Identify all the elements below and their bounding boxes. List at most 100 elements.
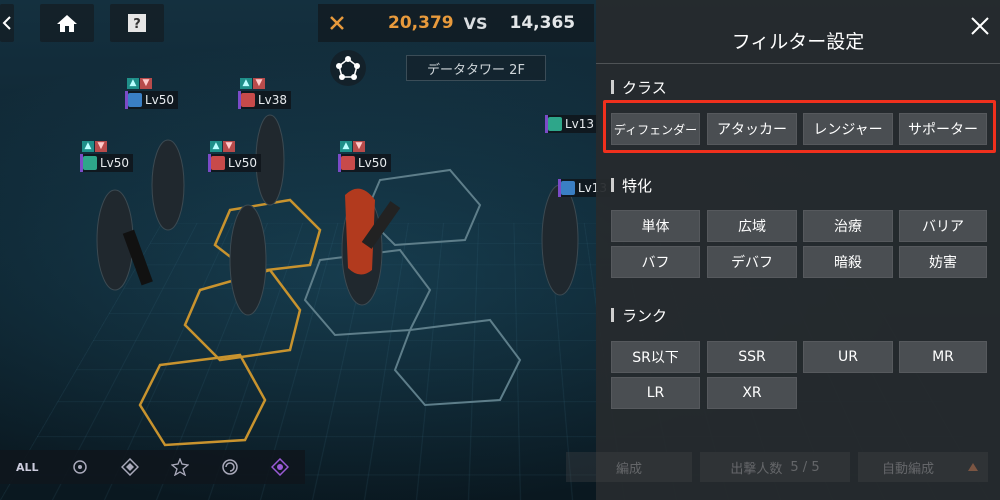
- specialty-buff-button[interactable]: バフ: [611, 246, 700, 278]
- rank-ur-button[interactable]: UR: [803, 341, 893, 373]
- specialty-disrupt-button[interactable]: 妨害: [899, 246, 987, 278]
- level-text: Lv13: [565, 117, 595, 131]
- section-rank-label: ランク: [622, 306, 668, 325]
- chevron-left-icon: [2, 16, 11, 30]
- section-specialty-header: 特化: [611, 176, 653, 195]
- level-text: Lv50: [100, 156, 130, 170]
- arrow-up-icon: ▲: [240, 78, 252, 89]
- deploy-count-value: 5 / 5: [790, 459, 820, 475]
- class-icon: [241, 93, 255, 107]
- class-icon: [83, 156, 97, 170]
- specialty-heal-button[interactable]: 治療: [803, 210, 893, 242]
- specialty-single-button[interactable]: 単体: [611, 210, 700, 242]
- close-icon: [971, 17, 989, 35]
- buff-arrows: ▲ ▼: [340, 141, 365, 152]
- level-badge: Lv50: [80, 154, 134, 172]
- expand-button: [958, 452, 988, 482]
- supporter-class-icon[interactable]: [221, 458, 239, 476]
- back-button[interactable]: [0, 4, 14, 42]
- triangle-up-icon: [968, 463, 978, 471]
- defender-class-icon[interactable]: [71, 458, 89, 476]
- level-text: Lv50: [228, 156, 258, 170]
- class-icon: [341, 156, 355, 170]
- filter-all-button[interactable]: ALL: [16, 461, 39, 474]
- attacker-class-icon[interactable]: [120, 458, 139, 476]
- class-ranger-button[interactable]: レンジャー: [803, 113, 893, 145]
- home-icon: [57, 15, 77, 32]
- level-text: Lv38: [258, 93, 288, 107]
- level-badge: Lv50: [125, 91, 179, 109]
- buff-arrows: ▲ ▼: [127, 78, 152, 89]
- unit-tag[interactable]: ▲ ▼ Lv50: [125, 78, 179, 109]
- arrow-down-icon: ▼: [95, 141, 107, 152]
- arrow-down-icon: ▼: [140, 78, 152, 89]
- help-button[interactable]: ?: [110, 4, 164, 42]
- specialty-assassin-button[interactable]: 暗殺: [803, 246, 893, 278]
- formation-icon: [336, 56, 360, 80]
- help-icon: ?: [128, 14, 146, 32]
- special-class-icon[interactable]: [270, 458, 289, 476]
- buff-arrows: ▲ ▼: [240, 78, 265, 89]
- rank-mr-button[interactable]: MR: [899, 341, 987, 373]
- arrow-up-icon: ▲: [127, 78, 139, 89]
- unit-tag[interactable]: Lv13: [545, 115, 599, 133]
- deploy-button: 編成: [566, 452, 692, 482]
- arrow-up-icon: ▲: [210, 141, 222, 152]
- player-score: 20,379: [388, 13, 454, 33]
- enemy-score: 14,365: [509, 13, 576, 33]
- section-marker: [611, 178, 614, 192]
- rank-xr-button[interactable]: XR: [707, 377, 797, 409]
- deploy-count: 出撃人数 5 / 5: [700, 452, 850, 482]
- crossed-swords-icon: [330, 16, 344, 30]
- panel-title: フィルター設定: [731, 31, 865, 53]
- class-icon: [128, 93, 142, 107]
- rank-ssr-button[interactable]: SSR: [707, 341, 797, 373]
- unit-tag[interactable]: ▲ ▼ Lv50: [80, 141, 134, 172]
- section-class-header: クラス: [611, 78, 667, 97]
- section-rank-header: ランク: [611, 306, 668, 325]
- class-filter-bar: ALL: [0, 450, 305, 484]
- auto-formation-button: 自動編成: [858, 452, 958, 482]
- arrow-down-icon: ▼: [253, 78, 265, 89]
- unit-tag[interactable]: ▲ ▼ Lv50: [208, 141, 262, 172]
- close-button[interactable]: [968, 14, 992, 38]
- specialty-area-button[interactable]: 広域: [707, 210, 797, 242]
- class-icon: [561, 181, 575, 195]
- section-specialty-label: 特化: [622, 176, 653, 195]
- score-bar: 20,379 VS 14,365: [318, 4, 594, 42]
- class-icon: [548, 117, 562, 131]
- section-marker: [611, 80, 614, 94]
- arrow-down-icon: ▼: [223, 141, 235, 152]
- section-marker: [611, 308, 614, 322]
- character-figure: [541, 184, 579, 296]
- specialty-barrier-button[interactable]: バリア: [899, 210, 987, 242]
- class-attacker-button[interactable]: アタッカー: [707, 113, 797, 145]
- map-name: データタワー 2F: [406, 55, 546, 81]
- specialty-debuff-button[interactable]: デバフ: [707, 246, 797, 278]
- class-supporter-button[interactable]: サポーター: [899, 113, 987, 145]
- home-button[interactable]: [40, 4, 94, 42]
- class-icon: [211, 156, 225, 170]
- level-text: Lv50: [358, 156, 388, 170]
- ranger-class-icon[interactable]: [170, 458, 189, 476]
- svg-text:?: ?: [133, 17, 141, 32]
- character-figure: [229, 204, 267, 316]
- unit-tag[interactable]: ▲ ▼ Lv38: [238, 78, 292, 109]
- section-class-label: クラス: [622, 78, 667, 97]
- rank-sr-below-button[interactable]: SR以下: [611, 341, 700, 373]
- rank-lr-button[interactable]: LR: [611, 377, 700, 409]
- vs-label: VS: [463, 13, 488, 33]
- class-defender-button[interactable]: ディフェンダー: [611, 113, 700, 145]
- level-badge: Lv50: [208, 154, 262, 172]
- level-badge: Lv13: [545, 115, 599, 133]
- formation-button[interactable]: [330, 50, 366, 86]
- filter-panel: フィルター設定 クラス ディフェンダー アタッカー レンジャー サポーター 特化…: [566, 0, 1000, 500]
- level-text: Lv50: [145, 93, 175, 107]
- arrow-down-icon: ▼: [353, 141, 365, 152]
- arrow-up-icon: ▲: [82, 141, 94, 152]
- character-figure: [151, 139, 185, 231]
- level-badge: Lv50: [338, 154, 392, 172]
- unit-tag[interactable]: ▲ ▼ Lv50: [338, 141, 392, 172]
- arrow-up-icon: ▲: [340, 141, 352, 152]
- buff-arrows: ▲ ▼: [210, 141, 235, 152]
